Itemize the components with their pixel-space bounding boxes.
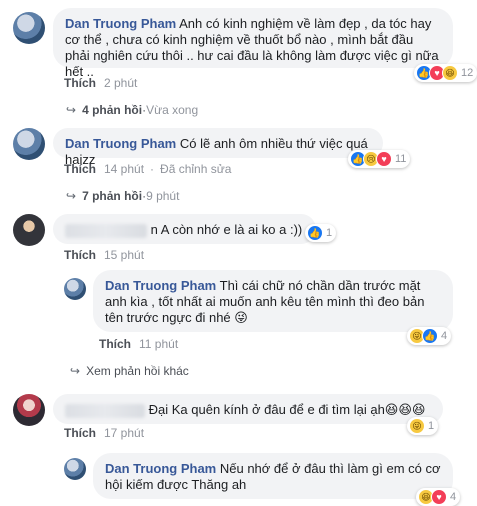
comment-time[interactable]: 15 phút [104,248,144,262]
love-reaction-icon: ♥ [376,151,392,167]
reaction-count: 11 [395,153,407,165]
comment-meta: Thích 15 phút [64,248,144,262]
more-replies-label[interactable]: Xem phản hồi khác [86,364,189,378]
reply-arrow-icon: ↪ [66,103,77,117]
comment-author[interactable]: Dan Truong Pham [65,136,176,151]
avatar[interactable] [13,12,45,44]
haha-reaction-icon: 😜 [409,418,425,434]
reaction-summary[interactable]: 👍 ♥ 😆 12 [414,64,477,82]
redacted-name [65,403,145,418]
like-link[interactable]: Thích [64,76,96,90]
reaction-count: 1 [326,227,333,239]
comment-meta: Thích 2 phút [64,76,137,90]
reaction-count: 1 [428,420,435,432]
avatar[interactable] [13,128,45,160]
comment-meta: Thích 11 phút [99,337,178,351]
reaction-count: 12 [461,67,474,79]
replies-time: Vừa xong [146,103,199,117]
comment-time[interactable]: 14 phút [104,162,144,176]
replies-toggle[interactable]: ↪ 4 phản hồi·Vừa xong [66,103,198,117]
like-link[interactable]: Thích [64,162,96,176]
comment-time[interactable]: 11 phút [139,337,178,351]
reaction-summary[interactable]: 👍 1 [305,224,337,242]
haha-reaction-icon: 😆 [442,65,458,81]
comment-author[interactable]: Dan Truong Pham [105,278,216,293]
comment-time[interactable]: 2 phút [104,76,137,90]
comment-author[interactable]: Dan Truong Pham [65,16,176,31]
redacted-name [65,223,147,238]
comment-text: Đại Ka quên kính ở đâu để e đi tìm lại ạ… [148,402,385,417]
replies-count[interactable]: 4 phản hồi [82,103,142,117]
reaction-summary[interactable]: 😜 👍 4 [407,327,452,345]
comment-bubble: Đại Ka quên kính ở đâu để e đi tìm lại ạ… [53,394,443,424]
comment-bubble: Dan Truong Pham Thì cái chữ nó chần dần … [93,270,453,332]
reaction-summary[interactable]: 😜 1 [407,417,439,435]
comment-emoji: 😆😆😆 [384,402,426,417]
reply-arrow-icon: ↪ [70,364,81,378]
like-reaction-icon: 👍 [422,328,438,344]
replies-toggle[interactable]: ↪ 7 phản hồi·9 phút [66,189,179,203]
avatar[interactable] [13,394,45,426]
reaction-summary[interactable]: 😆 ♥ 4 [416,488,461,506]
like-link[interactable]: Thích [99,337,131,351]
reaction-count: 4 [450,491,457,503]
reaction-count: 4 [441,330,448,342]
comment-emoji: 😜 [234,310,248,325]
comment-bubble: Dan Truong Pham Anh có kinh nghiệm về là… [53,8,453,79]
like-link[interactable]: Thích [64,248,96,262]
comment-bubble: Dan Truong Pham Nếu nhớ để ở đâu thì làm… [93,453,453,499]
avatar[interactable] [64,458,86,480]
replies-time: 9 phút [146,189,180,203]
comment-time[interactable]: 17 phút [104,426,144,440]
replies-count[interactable]: 7 phản hồi [82,189,142,203]
comment-meta: Thích 17 phút [64,426,144,440]
like-link[interactable]: Thích [64,426,96,440]
avatar[interactable] [64,278,86,300]
reply-arrow-icon: ↪ [66,189,77,203]
comment-bubble: n A còn nhớ e là ai ko a :)) [53,214,316,244]
comment-bubble: Dan Truong Pham Có lẽ anh ôm nhiều thứ v… [53,128,383,167]
edited-label[interactable]: Đã chỉnh sửa [160,162,231,176]
avatar[interactable] [13,214,45,246]
comment-text: n A còn nhớ e là ai ko a :)) [150,222,303,237]
comment-author[interactable]: Dan Truong Pham [105,461,216,476]
like-reaction-icon: 👍 [307,225,323,241]
comment-meta: Thích 14 phút · Đã chỉnh sửa [64,162,232,176]
more-replies-link[interactable]: ↪ Xem phản hồi khác [70,364,189,378]
reaction-summary[interactable]: 👍 😢 ♥ 11 [348,150,411,168]
